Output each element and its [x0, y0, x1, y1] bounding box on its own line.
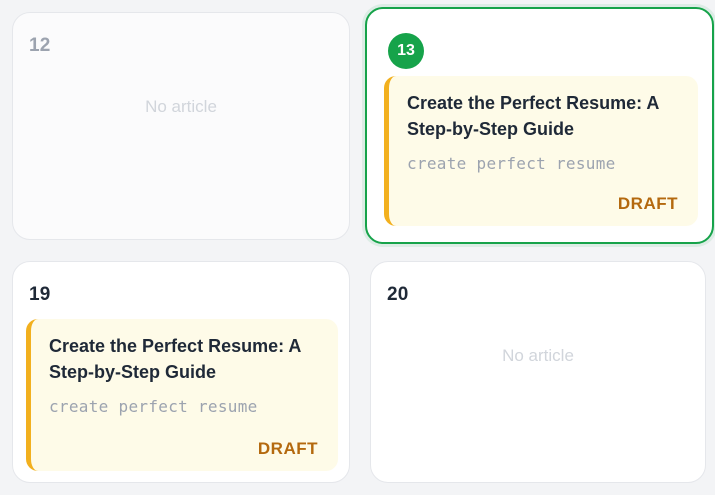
- calendar-day-19[interactable]: 19 Create the Perfect Resume: A Step-by-…: [12, 261, 350, 483]
- article-slug: create perfect resume: [407, 154, 616, 173]
- status-badge: DRAFT: [257, 439, 318, 458]
- today-day-badge: 13: [388, 33, 424, 69]
- calendar-day-13-today[interactable]: 13 Create the Perfect Resume: A Step-by-…: [365, 7, 714, 244]
- calendar-day-20[interactable]: 20 No article: [370, 261, 706, 483]
- no-article-label: No article: [145, 97, 217, 116]
- calendar-day-12[interactable]: 12 No article: [12, 12, 350, 240]
- article-slug: create perfect resume: [49, 397, 258, 416]
- status-badge: DRAFT: [617, 194, 678, 213]
- article-title: Create the Perfect Resume: A Step-by-Ste…: [49, 336, 301, 382]
- day-number: 19: [29, 284, 51, 305]
- day-number: 20: [387, 284, 409, 305]
- day-number: 12: [29, 35, 51, 56]
- article-card[interactable]: Create the Perfect Resume: A Step-by-Ste…: [384, 76, 698, 226]
- article-card[interactable]: Create the Perfect Resume: A Step-by-Ste…: [26, 319, 338, 471]
- article-title: Create the Perfect Resume: A Step-by-Ste…: [407, 93, 659, 139]
- no-article-label: No article: [502, 346, 574, 365]
